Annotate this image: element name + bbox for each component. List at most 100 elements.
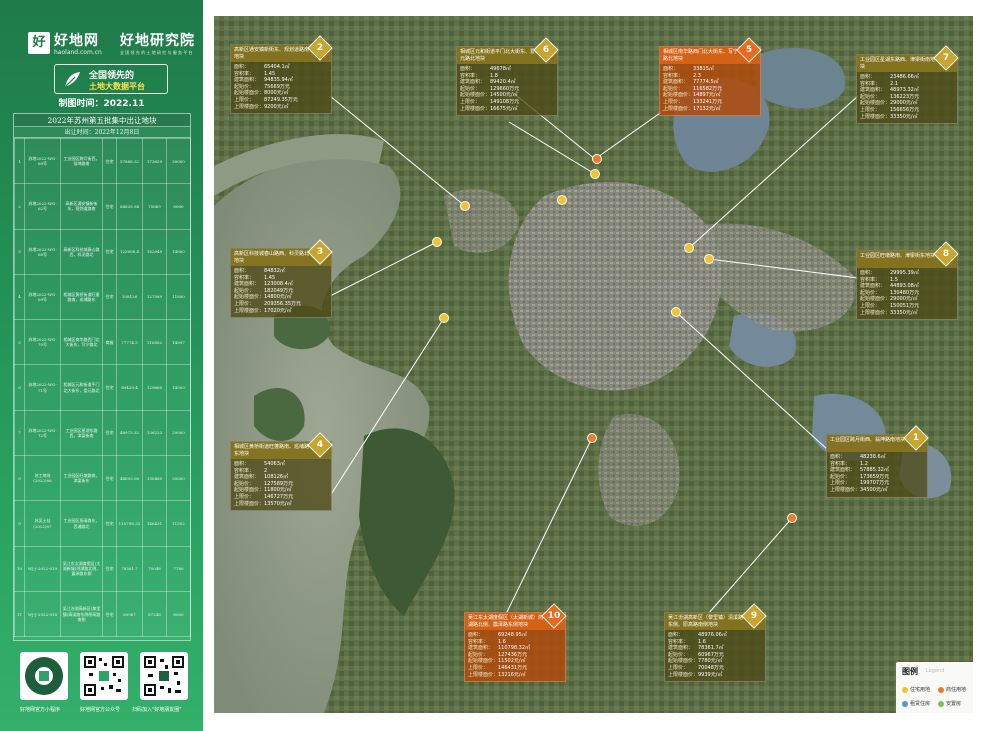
table-cell: 高新区科技城春山路西，科灵路北 xyxy=(60,228,103,275)
official-account-qr[interactable] xyxy=(80,652,128,700)
table-cell: 110798.32 xyxy=(116,500,143,547)
callout-row-cap-price: 上限价： 146431万元 xyxy=(468,664,528,671)
callout-row-area: 面积： 49678㎡ xyxy=(460,66,511,72)
research-subtitle: 全 国 领 先 的 土 地 研 究 与 服 务 平 台 xyxy=(120,50,193,55)
table-cell: 8 xyxy=(14,455,25,502)
legend-dot-icon xyxy=(902,686,908,693)
callout-row-cap-floor: 上限楼面价： 33350元/㎡ xyxy=(860,113,918,120)
table-cell: 住宅 xyxy=(102,364,117,411)
parcel-callout-7[interactable]: 工业园区星湖东路西、津梁街南地块 7 面积： 23486.66㎡ 容积率： 2.1 建筑面积… xyxy=(856,45,959,125)
table-cell: 75669 xyxy=(142,183,167,230)
parcel-callout-9[interactable]: 吴江汾湖高新区（黎里镇）清溪路东侧、原高路南侧地块 9 面积： 48976.06㎡ 容积… xyxy=(664,603,767,683)
legend-item-resettlement: 安置房 xyxy=(938,700,961,707)
table-cell: 4 xyxy=(14,273,25,321)
callout-row-area: 面积： 54063㎡ xyxy=(234,461,285,467)
parcel-callout-6[interactable]: 相城区元和街道平门北大街东、爱元路北地块 6 面积： 49678㎡ 容积率： 1.8 建筑面… xyxy=(456,37,559,117)
parcel-marker-8 xyxy=(704,254,714,264)
table-cell: 苏吴土挂(2022)07 xyxy=(24,500,61,547)
parcel-marker-9 xyxy=(787,513,797,523)
callout-row-building: 建筑面积： 48973.32㎡ xyxy=(860,87,919,94)
table-cell: WJ-J-2022-019 xyxy=(24,545,61,592)
legend-title: 图例 xyxy=(902,667,918,676)
callout-row-floor-price: 起始楼面价： 7780元/㎡ xyxy=(668,658,723,665)
callout-row-building: 建筑面积： 110798.32㎡ xyxy=(468,645,531,652)
callout-row-cap-price: 上限价： 156656万元 xyxy=(860,106,920,113)
table-cell: 136223 xyxy=(142,409,167,457)
callout-row-cap-floor: 上限楼面价： 9200元/㎡ xyxy=(234,103,289,110)
callout-row-cap-price: 上限价： 146727万元 xyxy=(234,493,294,500)
callout-row-cap-price: 上限价： 149108万元 xyxy=(460,98,520,105)
callout-row-floor-price: 起始楼面价： 14897元/㎡ xyxy=(663,92,721,99)
parcel-table: 2022年苏州第五批集中出让地块 出让时间：2022年12月8日 1 苏地2022… xyxy=(13,113,191,641)
brand-block: 好 好地网 haoland.com.cn 好地研究院 全 国 领 先 的 土 地… xyxy=(28,30,194,64)
table-row: 4 苏地2022-WG-69号 相城区黄桥街道旺蓬路南，巡埔路东 住宅 108126 12… xyxy=(14,273,191,321)
callout-row-cap-floor: 上限楼面价： 13216元/㎡ xyxy=(468,671,526,678)
callout-row-floor-price: 起始楼面价： 8000元/㎡ xyxy=(234,90,289,97)
qr-code-icon xyxy=(144,656,184,696)
table-cell: 5 xyxy=(14,319,25,366)
parcel-marker-7 xyxy=(684,243,694,253)
table-cell: 14500 xyxy=(166,364,191,411)
table-cell: 84835.94 xyxy=(116,183,143,230)
table-cell: 工业园区星湖东路西，津梁街南 xyxy=(60,409,103,457)
table-cell: 住宅 xyxy=(102,183,117,230)
table-cell: 57888.32 xyxy=(116,137,143,185)
parcel-callout-5[interactable]: 相城区南华路西门北大街东、写宁路北地块 5 面积： 33815㎡ 容积率： 2.3 建筑面积… xyxy=(659,37,762,117)
table-row: 6 苏地2022-WG-71号 相城区元和街道平门北大街东，爱元路北 住宅 89420.… xyxy=(14,364,191,411)
table-row: 10 WJ-J-2022-019 吴江东太湖度假区(太湖新城)鸿湖路北侧，震泽路东侧… xyxy=(14,545,191,592)
table-cell: 住宅 xyxy=(102,455,117,502)
table-cell: 11 xyxy=(14,590,25,638)
mini-program-qr[interactable] xyxy=(20,652,68,700)
parcel-marker-10 xyxy=(587,433,597,443)
table-cell: 127589 xyxy=(142,273,167,321)
callout-row-building: 建筑面积： 89420.4㎡ xyxy=(460,79,516,86)
parcel-callout-10[interactable]: 吴江东太湖度假区（太湖新城）鸿湖路北侧、震泽路东侧地块 10 面积： 69248.95… xyxy=(464,603,567,683)
table-cell: 相城区黄桥街道旺蓬路南，巡埔路东 xyxy=(60,273,103,321)
callout-row-building: 建筑面积： 44893.08㎡ xyxy=(860,283,919,290)
parcel-callout-4[interactable]: 相城区黄桥街道旺蓬路南、巡埔路东地块 4 面积： 54063㎡ 容积率： 2 建筑面积： 10… xyxy=(230,432,333,512)
callout-row-floor-price: 起始楼面价： 14500元/㎡ xyxy=(460,92,518,99)
table-cell: 3 xyxy=(14,228,25,275)
callout-row-area: 面积： 33815㎡ xyxy=(663,66,714,72)
table-cell: 11502 xyxy=(166,500,191,547)
callout-row-area: 面积： 29995.39㎡ xyxy=(860,270,919,276)
parcel-callout-1[interactable]: 工业园区跨月街西、翁坤路南地块 1 面积： 48238.6㎡ 容积率： 1.2 建筑面积： 5… xyxy=(826,425,929,498)
table-cell: 高新区通安镇新街东，规划道路南 xyxy=(60,183,103,230)
table-cell: 77774.5 xyxy=(116,319,143,366)
table-cell: 苏地2022-WG-70号 xyxy=(24,319,61,366)
callout-row-cap-floor: 上限楼面价： 16675元/㎡ xyxy=(460,105,518,112)
legend-item-rental: 租赁住房 xyxy=(902,700,930,707)
table-cell: 住宅 xyxy=(102,137,117,185)
parcel-callout-2[interactable]: 高新区通安镇新街东、规划道路南地块 2 面积： 65404.1㎡ 容积率： 1.45 建筑面… xyxy=(230,35,333,115)
table-row: 11 WJ-J-2022-018 吴江汾湖高新区(黎里镇)清溪路东侧原高路南侧 住宅 6… xyxy=(14,590,191,638)
table-cell: 8000 xyxy=(166,183,191,230)
parcel-callout-3[interactable]: 高新区科技城春山路西、科灵路北地块 3 面积： 84832㎡ 容积率： 1.45 建筑面积：… xyxy=(230,239,333,319)
platform-line1: 全国领先的 xyxy=(89,71,135,81)
table-cell: 苏地2022-WG-71号 xyxy=(24,364,61,411)
table-cell: 苏工地块(2022)06 xyxy=(24,455,61,502)
callout-row-building: 建筑面积： 108126㎡ xyxy=(234,474,289,481)
callout-row-area: 面积： 69248.95㎡ xyxy=(468,632,527,638)
satellite-map[interactable]: 工业园区跨月街西、翁坤路南地块 1 面积： 48238.6㎡ 容积率： 1.2 建筑面积： 5… xyxy=(214,16,973,713)
parcel-callout-8[interactable]: 工业园区旺墩路南、津梁街东地块 8 面积： 29995.39㎡ 容积率： 1.5 建筑面积：… xyxy=(856,241,959,321)
haoland-logo-icon: 好 xyxy=(28,32,50,54)
callout-row-cap-price: 上限价： 133241万元 xyxy=(663,98,723,105)
callout-row-building: 建筑面积： 77774.5㎡ xyxy=(663,79,719,86)
parcel-marker-6 xyxy=(590,169,600,179)
table-cell: 苏地2022-WG-69号 xyxy=(24,273,61,321)
land-table: 1 苏地2022-WG-60号 工业园区跨月街西，翁坤路南 住宅 57888.32 173… xyxy=(14,137,191,638)
legend-dot-icon xyxy=(938,700,944,707)
friend-circle-qr[interactable] xyxy=(140,652,188,700)
table-row: 7 苏地2022-WG-72号 工业园区星湖东路西，津梁街南 住宅 48973.32 13… xyxy=(14,409,191,457)
table-subtitle: 出让时间：2022年12月8日 xyxy=(14,127,190,138)
table-cell: 60967 xyxy=(116,590,143,638)
table-cell: 苏地2022-WG-62号 xyxy=(24,183,61,230)
table-cell: 30000 xyxy=(166,455,191,502)
research-name: 好地研究院 xyxy=(120,33,195,49)
mini-program-code-icon xyxy=(25,657,63,695)
callout-row-cap-price: 上限价： 150051万元 xyxy=(860,302,920,309)
callout-row-cap-floor: 上限楼面价： 13570元/㎡ xyxy=(234,500,292,507)
table-cell: 工业园区旺墩路南，津梁街东 xyxy=(60,455,103,502)
table-cell: 129660 xyxy=(142,364,167,411)
table-cell: 工业园区扬清路东，西浦路北 xyxy=(60,500,103,547)
